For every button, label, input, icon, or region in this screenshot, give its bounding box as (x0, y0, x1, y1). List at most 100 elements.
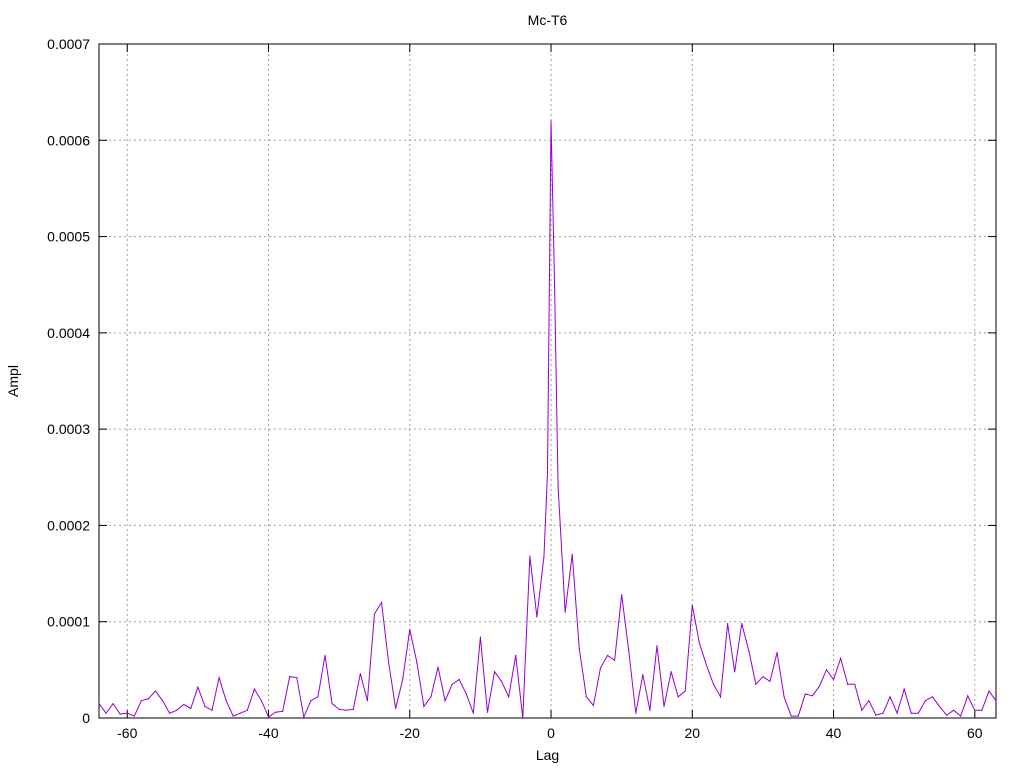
data-point (133, 715, 135, 717)
chart-title: Mc-T6 (528, 12, 568, 28)
y-tick-label: 0.0001 (47, 614, 90, 630)
data-point (267, 716, 270, 718)
data-point (889, 696, 891, 698)
data-point (811, 695, 813, 697)
x-tick-label: -40 (258, 725, 278, 741)
data-point (190, 707, 192, 709)
data-point (734, 671, 736, 673)
data-point (197, 686, 199, 688)
data-point (832, 678, 835, 681)
x-tick-label: -20 (400, 725, 420, 741)
x-tick-label: -60 (117, 725, 137, 741)
data-point (553, 284, 556, 286)
data-point (684, 690, 686, 692)
data-point (154, 690, 157, 692)
data-point (614, 659, 616, 661)
data-point (938, 705, 941, 708)
data-point (444, 700, 446, 702)
data-point (642, 674, 644, 676)
data-point (211, 709, 213, 711)
data-point (550, 120, 552, 122)
data-point (98, 702, 100, 705)
data-point (204, 705, 206, 708)
data-point (536, 616, 538, 618)
data-point (522, 717, 524, 719)
data-point (875, 714, 877, 716)
data-point (917, 712, 919, 714)
data-point (169, 712, 171, 714)
data-point (317, 696, 319, 698)
data-point (260, 700, 263, 702)
y-tick-label: 0.0006 (47, 132, 90, 148)
x-axis-title: Lag (536, 747, 559, 763)
data-point (451, 683, 453, 685)
data-point (945, 714, 948, 716)
data-point (387, 661, 390, 663)
data-point (988, 690, 990, 692)
data-point (635, 712, 637, 714)
data-point (854, 683, 856, 685)
line-chart: -60 -40 -20 0 20 40 60 0 0.0001 0.0002 0.0003 0.00… (0, 0, 1024, 768)
data-point (437, 666, 439, 668)
data-point (232, 715, 234, 717)
data-point (981, 709, 983, 711)
data-point (253, 688, 255, 690)
x-tick-label: 20 (685, 725, 701, 741)
data-point (698, 642, 700, 644)
data-point (274, 711, 277, 713)
data-point (119, 713, 121, 715)
data-point (352, 708, 354, 710)
data-point (882, 712, 884, 714)
data-point (105, 712, 107, 714)
data-point (663, 705, 665, 708)
data-point (783, 696, 785, 698)
y-tick-label: 0.0003 (47, 421, 90, 437)
data-point (557, 486, 559, 488)
data-point (140, 700, 142, 702)
data-point (847, 683, 849, 685)
data-point (479, 636, 481, 638)
data-point (147, 698, 150, 700)
data-point (338, 708, 340, 710)
data-point (670, 671, 672, 673)
data-point (373, 613, 376, 615)
data-point (953, 709, 955, 711)
data-point (656, 645, 658, 647)
data-point (727, 623, 729, 625)
data-point (500, 680, 503, 683)
data-point (161, 700, 164, 702)
data-point (585, 696, 587, 698)
data-point (472, 712, 474, 714)
data-point (995, 700, 997, 702)
data-point (931, 696, 934, 698)
data-point (571, 553, 573, 555)
data-point (691, 604, 693, 606)
data-point (246, 709, 248, 711)
data-point (564, 611, 566, 613)
data-point (896, 712, 898, 714)
data-point (543, 555, 545, 557)
data-point (486, 711, 489, 713)
data-point (359, 673, 361, 675)
data-point (303, 716, 305, 718)
data-point (402, 678, 404, 681)
data-point (677, 696, 679, 698)
data-point (493, 671, 496, 673)
data-point (416, 661, 418, 663)
data-point (465, 693, 467, 695)
data-point (395, 707, 397, 709)
data-point (748, 650, 750, 652)
data-point (423, 705, 425, 708)
x-tick-label: 0 (547, 725, 555, 741)
data-point (282, 710, 284, 712)
chart-background (0, 0, 1024, 768)
data-point (776, 651, 778, 654)
x-tick-label: 40 (826, 725, 842, 741)
data-point (289, 676, 291, 678)
data-point (967, 695, 969, 697)
y-tick-label: 0.0005 (47, 229, 90, 245)
data-point (755, 683, 757, 685)
data-point (868, 700, 870, 702)
data-point (430, 696, 432, 698)
data-point (825, 669, 828, 671)
